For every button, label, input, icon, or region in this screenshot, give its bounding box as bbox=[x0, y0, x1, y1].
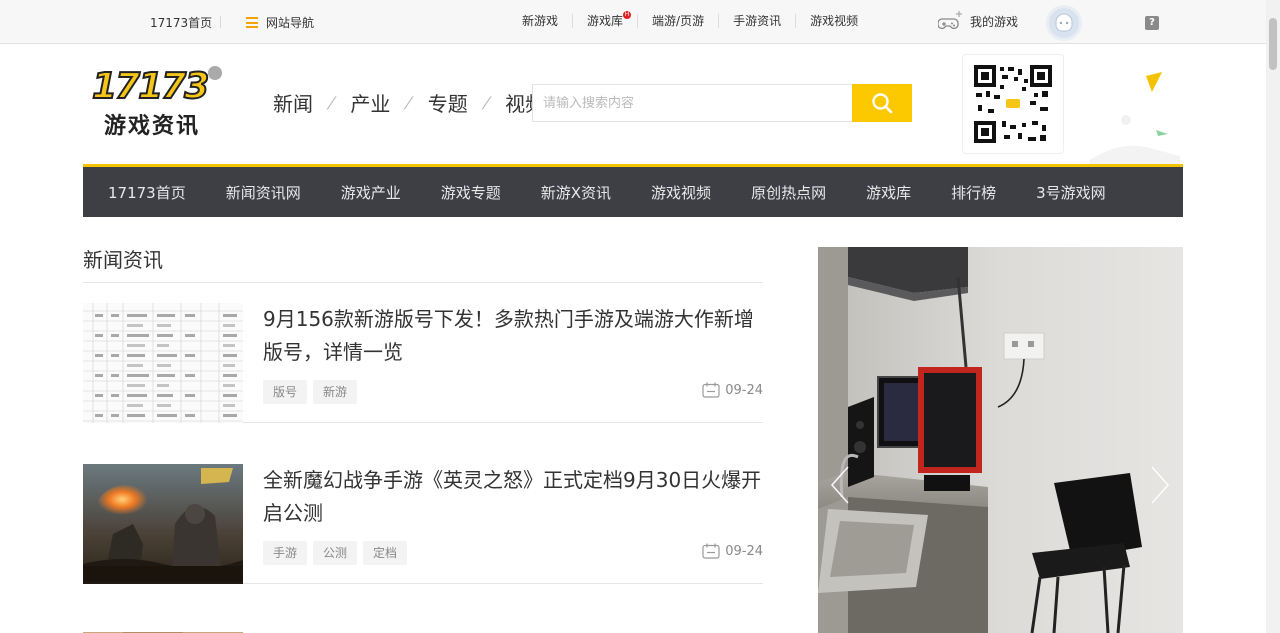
search-box bbox=[532, 84, 912, 122]
site-nav-label: 网站导航 bbox=[266, 16, 315, 30]
topbar-link-label: 新游戏 bbox=[522, 14, 559, 28]
my-games-link[interactable]: 我的游戏 bbox=[938, 10, 1018, 32]
nav-item-3-games[interactable]: 3号游戏网 bbox=[1011, 182, 1121, 203]
article-tags: 版号 新游 bbox=[263, 380, 363, 404]
topbar-divider bbox=[220, 16, 221, 28]
article-title[interactable]: 9月156款新游版号下发！多款热门手游及端游大作新增版号，详情一览 bbox=[263, 303, 763, 369]
category-divider: / bbox=[480, 93, 493, 112]
top-bar: 17173首页 网站导航 新游戏 游戏库 H 端游/页游 手游资讯 游戏视频 我的… bbox=[0, 0, 1280, 44]
article-date: 09-24 bbox=[702, 543, 763, 559]
article-thumbnail[interactable] bbox=[83, 625, 243, 633]
article-item[interactable]: 全新魔幻战争手游《英灵之怒》正式定档9月30日火爆开启公测 手游 公测 定档 0… bbox=[83, 444, 763, 584]
nav-item-ranking[interactable]: 排行榜 bbox=[926, 182, 1011, 203]
gamepad-icon bbox=[938, 11, 962, 30]
home-link[interactable]: 17173首页 bbox=[150, 14, 212, 31]
topbar-links: 新游戏 游戏库 H 端游/页游 手游资讯 游戏视频 bbox=[508, 11, 872, 28]
article-thumbnail[interactable] bbox=[83, 464, 243, 584]
topbar-link-game-video[interactable]: 游戏视频 bbox=[795, 14, 872, 28]
article-tags: 手游 公测 定档 bbox=[263, 541, 413, 565]
article-date-text: 09-24 bbox=[725, 543, 763, 559]
topbar-link-new-games[interactable]: 新游戏 bbox=[508, 14, 572, 28]
my-games-label: 我的游戏 bbox=[970, 14, 1019, 29]
main-nav: 17173首页 新闻资讯网 游戏产业 游戏专题 新游X资讯 游戏视频 原创热点网… bbox=[83, 164, 1183, 217]
qr-code bbox=[962, 54, 1064, 154]
search-button[interactable] bbox=[852, 84, 912, 122]
nav-item-library[interactable]: 游戏库 bbox=[841, 182, 926, 203]
decoration-icon bbox=[1090, 72, 1180, 164]
topbar-link-label: 手游资讯 bbox=[733, 14, 782, 28]
nav-item-new-games[interactable]: 新游X资讯 bbox=[516, 182, 626, 203]
article-tag[interactable]: 定档 bbox=[363, 541, 408, 565]
logo-number: 17173 bbox=[91, 65, 210, 108]
article-tag[interactable]: 版号 bbox=[263, 380, 308, 404]
avatar-face-icon bbox=[1055, 13, 1073, 32]
nav-item-original[interactable]: 原创热点网 bbox=[726, 182, 841, 203]
category-divider: / bbox=[402, 93, 416, 112]
site-logo[interactable]: 17173 游戏资讯 bbox=[90, 64, 230, 139]
topbar-link-label: 游戏库 bbox=[587, 14, 624, 28]
chevron-right-icon[interactable] bbox=[1150, 465, 1170, 505]
chevron-left-icon[interactable] bbox=[830, 465, 850, 505]
qr-code-icon bbox=[974, 65, 1052, 143]
nav-item-video[interactable]: 游戏视频 bbox=[626, 182, 726, 203]
menu-icon bbox=[246, 17, 258, 28]
article-thumbnail[interactable] bbox=[83, 303, 243, 423]
topbar-link-label: 端游/页游 bbox=[652, 14, 705, 28]
article-tag[interactable]: 新游 bbox=[313, 380, 358, 404]
room-photo-icon bbox=[818, 247, 1183, 633]
topbar-link-label: 游戏视频 bbox=[810, 14, 859, 28]
logo-dot-icon bbox=[208, 66, 222, 80]
avatar[interactable] bbox=[1046, 5, 1082, 41]
category-news[interactable]: 新闻 bbox=[273, 88, 313, 117]
calendar-icon bbox=[702, 543, 720, 559]
article-item[interactable] bbox=[83, 605, 763, 633]
game-art-thumbnail-icon bbox=[83, 464, 243, 584]
category-links: 新闻 / 产业 / 专题 / 视频 bbox=[273, 88, 545, 117]
article-item[interactable]: 9月156款新游版号下发！多款热门手游及端游大作新增版号，详情一览 版号 新游 … bbox=[83, 283, 763, 423]
nav-item-home[interactable]: 17173首页 bbox=[83, 182, 201, 203]
category-industry[interactable]: 产业 bbox=[350, 88, 390, 117]
hot-badge-icon: H bbox=[623, 11, 632, 19]
topbar-link-game-library[interactable]: 游戏库 H bbox=[572, 11, 637, 28]
search-icon bbox=[872, 93, 893, 114]
article-date: 09-24 bbox=[702, 382, 763, 398]
section-title: 新闻资讯 bbox=[83, 248, 163, 272]
calendar-icon bbox=[702, 382, 720, 398]
featured-carousel[interactable] bbox=[818, 247, 1183, 633]
spreadsheet-thumbnail-icon bbox=[83, 303, 243, 423]
topbar-link-pc-web[interactable]: 端游/页游 bbox=[637, 14, 718, 28]
scrollbar-thumb[interactable] bbox=[1269, 18, 1277, 70]
logo-text: 游戏资讯 bbox=[104, 114, 201, 139]
nav-item-topics[interactable]: 游戏专题 bbox=[416, 182, 516, 203]
topbar-link-mobile-news[interactable]: 手游资讯 bbox=[718, 14, 795, 28]
nav-item-news[interactable]: 新闻资讯网 bbox=[201, 182, 316, 203]
category-divider: / bbox=[325, 93, 338, 112]
search-input[interactable] bbox=[533, 85, 852, 121]
article-title[interactable]: 全新魔幻战争手游《英灵之怒》正式定档9月30日火爆开启公测 bbox=[263, 464, 763, 530]
question-icon[interactable]: ? bbox=[1145, 16, 1159, 30]
nav-item-industry[interactable]: 游戏产业 bbox=[316, 182, 416, 203]
article-tag[interactable]: 公测 bbox=[313, 541, 358, 565]
article-tag[interactable]: 手游 bbox=[263, 541, 308, 565]
category-topics[interactable]: 专题 bbox=[428, 88, 468, 117]
article-date-text: 09-24 bbox=[725, 382, 763, 398]
page-scrollbar[interactable] bbox=[1266, 0, 1280, 633]
site-nav-menu[interactable]: 网站导航 bbox=[246, 14, 314, 31]
